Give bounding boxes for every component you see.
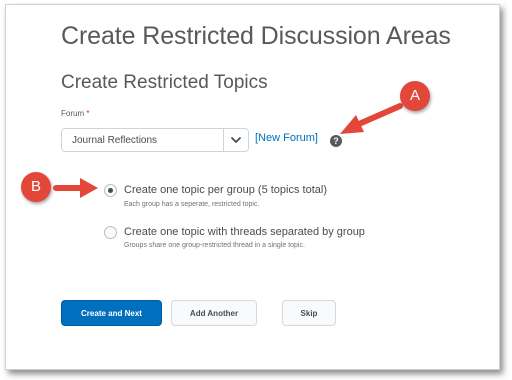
new-forum-link[interactable]: [New Forum]: [255, 132, 318, 144]
page-title: Create Restricted Discussion Areas: [61, 22, 451, 50]
radio-threads-by-group[interactable]: [104, 226, 117, 239]
callout-a: A: [400, 81, 430, 111]
option-one-topic-per-group-description: Each group has a seperate, restricted to…: [124, 201, 260, 208]
create-and-next-button[interactable]: Create and Next: [61, 300, 162, 326]
radio-one-topic-per-group[interactable]: [104, 184, 117, 197]
forum-label-text: Forum: [61, 109, 85, 118]
select-divider: [223, 129, 224, 151]
option-threads-by-group-description: Groups share one group-restricted thread…: [124, 242, 305, 249]
add-another-button[interactable]: Add Another: [171, 300, 257, 326]
option-one-topic-per-group-label[interactable]: Create one topic per group (5 topics tot…: [124, 184, 327, 196]
option-threads-by-group-label[interactable]: Create one topic with threads separated …: [124, 226, 365, 238]
chevron-down-icon: [231, 137, 241, 143]
required-mark: *: [86, 109, 90, 118]
help-circle-icon[interactable]: ?: [330, 135, 342, 147]
callout-b: B: [21, 172, 51, 202]
forum-label: Forum *: [61, 109, 89, 118]
section-title: Create Restricted Topics: [61, 72, 268, 93]
forum-select[interactable]: Journal Reflections: [61, 128, 249, 152]
forum-select-value: Journal Reflections: [72, 135, 158, 146]
skip-button[interactable]: Skip: [282, 300, 336, 326]
